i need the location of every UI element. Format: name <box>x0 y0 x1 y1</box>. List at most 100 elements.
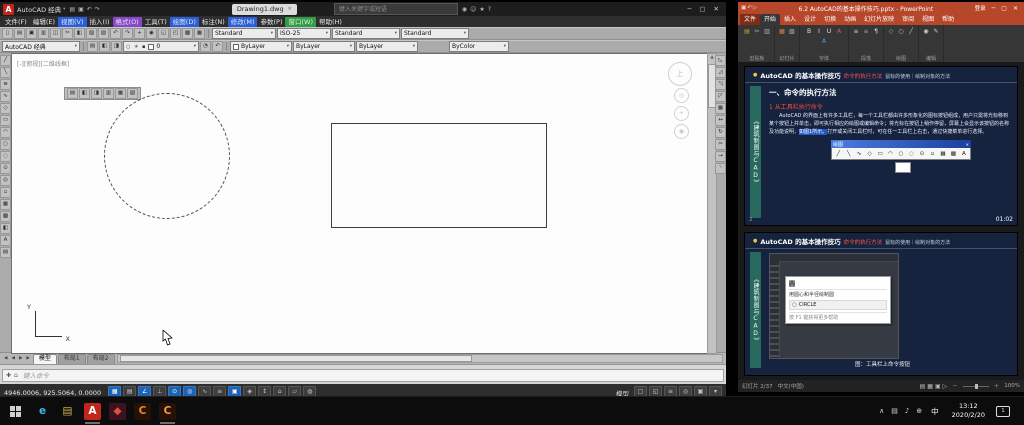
match-properties-icon[interactable]: ▧ <box>98 28 109 39</box>
paste-icon[interactable]: ▨ <box>86 28 97 39</box>
ribbon-icon[interactable]: I <box>815 28 823 36</box>
menu-item[interactable]: 参数(P) <box>257 17 285 27</box>
plot-style-combo[interactable]: ByColor▾ <box>449 41 509 52</box>
language-indicator[interactable]: 中文(中国) <box>778 382 804 390</box>
drawn-circle[interactable] <box>104 93 230 219</box>
workspace-combo[interactable]: AutoCAD 经典▾ <box>2 41 80 52</box>
zoom-in-button[interactable]: ＋ <box>994 382 1000 390</box>
scrollbar-thumb[interactable] <box>120 355 473 362</box>
star-icon[interactable]: ★ <box>478 6 485 13</box>
ribbon-icon[interactable]: ✂ <box>753 28 761 36</box>
trim-icon[interactable]: ✂ <box>715 139 726 150</box>
rotate-icon[interactable]: ↻ <box>715 127 726 138</box>
undo-icon[interactable]: ↶ <box>747 5 752 11</box>
autocad-icon[interactable]: A <box>80 397 105 425</box>
normal-view-icon[interactable]: ▤ <box>920 383 926 390</box>
zoom-level[interactable]: 100% <box>1004 383 1020 389</box>
plot-preview-icon[interactable]: ◫ <box>50 28 61 39</box>
ribbon-icon[interactable]: ▥ <box>763 28 771 36</box>
command-input[interactable] <box>21 371 720 381</box>
zoom-icon[interactable]: ◉ <box>674 124 689 139</box>
erase-icon[interactable]: ◺ <box>715 55 726 66</box>
mleader-style-combo[interactable]: Standard▾ <box>401 28 469 39</box>
redo-icon[interactable]: ↷ <box>122 28 133 39</box>
arc-icon[interactable]: ◠ <box>0 127 11 138</box>
rectangle-icon[interactable]: ▭ <box>0 115 11 126</box>
recent-commands-icon[interactable]: ⌂ <box>14 372 18 379</box>
minimize-button[interactable]: ─ <box>989 5 999 12</box>
donut-icon[interactable]: ⊙ <box>0 163 11 174</box>
hatch-icon[interactable]: ▦ <box>0 199 11 210</box>
slide-2[interactable]: ● AutoCAD 的基本操作技巧 命令的执行方法 鼠标的使用｜绘制对象的方法 … <box>744 66 1018 226</box>
layout-tab[interactable]: 布局2 <box>87 354 115 364</box>
ribbon-tab[interactable]: 视图 <box>918 14 938 25</box>
revision-cloud-icon[interactable]: ◌ <box>0 151 11 162</box>
ime-indicator[interactable]: 中 <box>929 406 941 417</box>
undo-icon[interactable]: ↶ <box>110 28 121 39</box>
search-input[interactable] <box>337 5 455 14</box>
slideshow-icon[interactable]: ▷ <box>943 383 948 390</box>
slideshow-icon[interactable]: ▷ <box>753 5 757 11</box>
menu-item[interactable]: 帮助(H) <box>316 17 345 27</box>
undo-icon[interactable]: ↶ <box>86 6 93 13</box>
full-navigation-wheel-icon[interactable]: ◎ <box>674 88 689 103</box>
layer-icon[interactable]: ◧ <box>99 41 110 52</box>
menu-item[interactable]: 编辑(E) <box>30 17 58 27</box>
linetype-combo[interactable]: ByLayer▾ <box>293 41 355 52</box>
ribbon-icon[interactable]: A <box>820 38 828 46</box>
ribbon-icon[interactable]: ◉ <box>922 28 930 36</box>
ribbon-icon[interactable]: ▤ <box>743 28 751 36</box>
pan-icon[interactable]: + <box>134 28 145 39</box>
ribbon-icon[interactable]: ≡ <box>862 28 870 36</box>
close-tab-icon[interactable]: ✕ <box>288 6 292 12</box>
reading-view-icon[interactable]: ▣ <box>935 383 941 390</box>
drawn-rectangle[interactable] <box>331 123 547 228</box>
menu-item[interactable]: 绘图(D) <box>170 17 199 27</box>
drawing-canvas[interactable]: [-][俯视][二维线框] ▤◧◨▥▦▧ Y X 上 ◎+◉ <box>11 53 709 354</box>
save-icon[interactable]: ▣ <box>77 6 85 13</box>
menu-item[interactable]: 插入(I) <box>87 17 113 27</box>
signin-button[interactable]: 登录 <box>975 4 986 12</box>
measure-icon[interactable]: ▧ <box>127 88 138 99</box>
construction-line-icon[interactable]: ╲ <box>0 67 11 78</box>
layer-previous-icon[interactable]: ↶ <box>212 41 223 52</box>
layer-combo[interactable]: ○ ☀ ▪ 0▾ <box>123 41 199 52</box>
ribbon-icon[interactable]: ○ <box>897 28 905 36</box>
layout-tab[interactable]: 模型 <box>33 354 57 364</box>
viewcube[interactable]: 上 <box>668 62 692 86</box>
powerpoint-icon[interactable]: C <box>155 397 180 425</box>
touch-keyboard-icon[interactable]: ▤ <box>891 407 898 415</box>
ribbon-icon[interactable]: ╱ <box>907 28 915 36</box>
menu-item[interactable]: 修改(M) <box>228 17 258 27</box>
open-file-icon[interactable]: ▤ <box>14 28 25 39</box>
save-icon[interactable]: ▣ <box>26 28 37 39</box>
ribbon-tab[interactable]: 设计 <box>800 14 820 25</box>
mirror-icon[interactable]: ◹ <box>715 79 726 90</box>
table-icon[interactable]: ▤ <box>0 247 11 258</box>
ribbon-icon[interactable]: ¶ <box>872 28 880 36</box>
polyline-icon[interactable]: ∿ <box>0 91 11 102</box>
close-button[interactable]: ✕ <box>1010 5 1021 12</box>
network-icon[interactable]: ⊕ <box>916 407 922 415</box>
region-icon[interactable]: ◧ <box>0 223 11 234</box>
fillet-icon[interactable]: ◝ <box>715 163 726 174</box>
ribbon-icon[interactable]: U <box>825 28 833 36</box>
signin-icon[interactable]: ☺ <box>469 6 477 13</box>
send-back-icon[interactable]: ◨ <box>91 88 102 99</box>
polygon-icon[interactable]: ◇ <box>0 103 11 114</box>
ribbon-icon[interactable]: ◇ <box>887 28 895 36</box>
workspace-dropdown[interactable]: AutoCAD 经典 ▾ <box>17 4 65 14</box>
ribbon-tab[interactable]: 开始 <box>760 14 780 25</box>
group-icon[interactable]: ▦ <box>115 88 126 99</box>
ribbon-icon[interactable]: ▦ <box>778 28 786 36</box>
offset-icon[interactable]: ◸ <box>715 91 726 102</box>
menu-item[interactable]: 文件(F) <box>2 17 30 27</box>
ribbon-tab[interactable]: 帮助 <box>938 14 958 25</box>
maximize-button[interactable]: ▢ <box>998 5 1010 12</box>
horizontal-scrollbar[interactable] <box>117 354 723 363</box>
move-icon[interactable]: ↔ <box>715 115 726 126</box>
cut-icon[interactable]: ✂ <box>62 28 73 39</box>
ribbon-icon[interactable]: A <box>835 28 843 36</box>
ribbon-icon[interactable]: ▧ <box>788 28 796 36</box>
make-current-layer-icon[interactable]: ◔ <box>200 41 211 52</box>
